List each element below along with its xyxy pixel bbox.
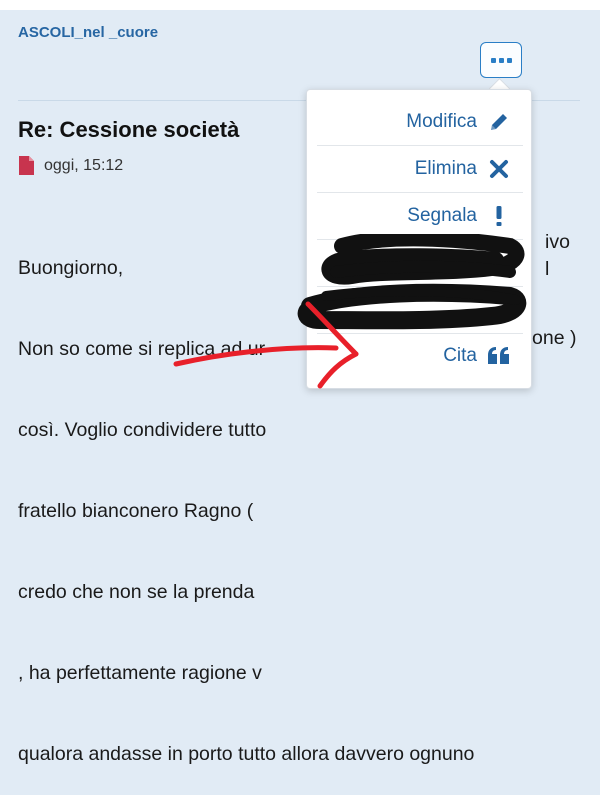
- exclamation-icon: [487, 204, 511, 228]
- menu-item-segnala[interactable]: Segnala: [317, 193, 523, 239]
- menu-item-modifica[interactable]: Modifica: [317, 99, 523, 145]
- quote-icon: [487, 344, 511, 368]
- body-line: qualora andasse in porto tutto allora da…: [18, 743, 475, 765]
- pencil-icon: [487, 110, 511, 134]
- post-title: Re: Cessione società: [18, 117, 240, 142]
- body-fragment: ivo: [545, 231, 570, 253]
- annotation-arrow: [173, 301, 359, 389]
- top-strip: [0, 0, 600, 10]
- menu-item-label: Segnala: [407, 205, 477, 226]
- file-icon: [19, 156, 34, 175]
- body-fragment: l: [545, 258, 550, 280]
- body-line: credo che non se la prenda: [18, 581, 255, 603]
- post-time: oggi, 15:12: [44, 157, 124, 174]
- menu-item-label: Cita: [443, 345, 477, 366]
- more-options-button[interactable]: [480, 42, 522, 78]
- body-line: così. Voglio condividere tutto: [18, 419, 267, 441]
- body-fragment: one ): [532, 327, 577, 349]
- menu-item-label: Modifica: [406, 111, 477, 132]
- menu-item-elimina[interactable]: Elimina: [317, 146, 523, 192]
- more-dots-icon: [490, 57, 512, 63]
- body-line: , ha perfettamente ragione v: [18, 662, 262, 684]
- body-line: fratello bianconero Ragno (: [18, 500, 254, 522]
- post-username[interactable]: ASCOLI_nel _cuore: [18, 24, 158, 41]
- menu-item-label: Elimina: [414, 158, 477, 179]
- close-x-icon: [487, 157, 511, 181]
